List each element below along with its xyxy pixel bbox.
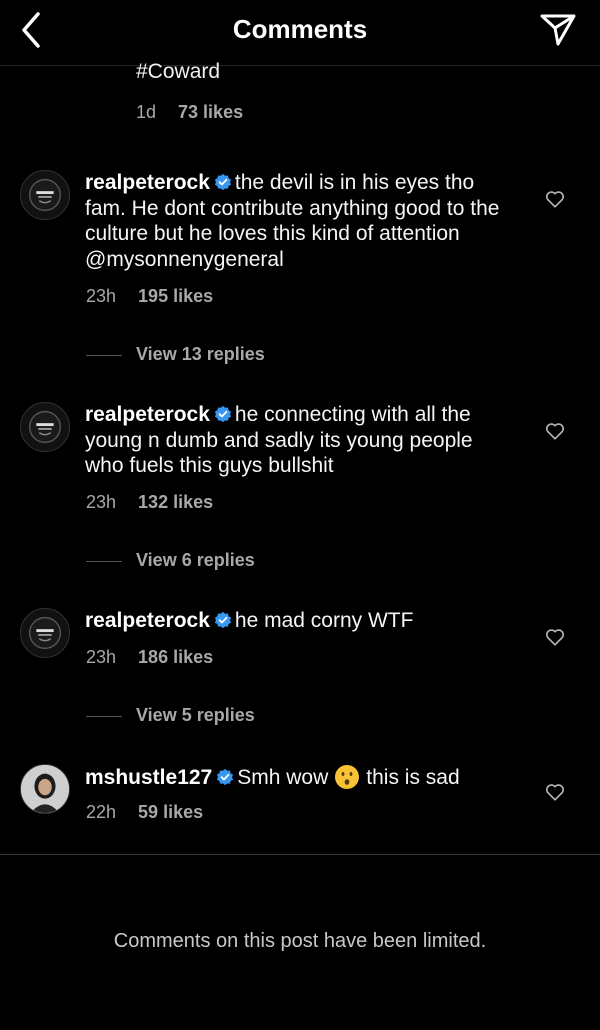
- previous-comment-meta: 1d 73 likes: [136, 102, 243, 123]
- previous-comment-text: #Coward: [136, 60, 221, 83]
- comment-username[interactable]: realpeterock: [85, 403, 210, 426]
- verified-badge-icon: [214, 611, 232, 629]
- comment-body: realpeterock he mad corny WTF: [85, 608, 515, 634]
- avatar[interactable]: [20, 170, 70, 220]
- comment-meta: 23h 132 likes: [86, 492, 213, 513]
- view-replies-button[interactable]: View 6 replies: [86, 550, 255, 571]
- comment-body: realpeterock the devil is in his eyes tho…: [85, 170, 515, 272]
- avatar[interactable]: [20, 402, 70, 452]
- heart-outline-icon[interactable]: [544, 188, 566, 210]
- avatar-image: [28, 410, 62, 444]
- comment-time: 22h: [86, 802, 117, 822]
- comment-time: 23h: [86, 286, 117, 306]
- footer-divider: [0, 854, 600, 855]
- comment-username[interactable]: mshustle127: [85, 766, 212, 789]
- comment-text: he mad corny WTF: [234, 609, 414, 632]
- paper-plane-icon[interactable]: [538, 11, 578, 49]
- avatar[interactable]: [20, 764, 70, 814]
- comment-username[interactable]: realpeterock: [85, 609, 210, 632]
- hushed-face-emoji: [335, 765, 360, 789]
- comment-likes[interactable]: 73 likes: [178, 102, 243, 122]
- avatar-image: [28, 178, 62, 212]
- view-replies-label: View 6 replies: [136, 550, 255, 570]
- header-bar: Comments: [0, 0, 600, 66]
- heart-outline-icon[interactable]: [544, 626, 566, 648]
- comment-time: 1d: [136, 102, 157, 122]
- comment-text: Smh wow: [237, 766, 329, 789]
- page-title: Comments: [232, 14, 368, 44]
- avatar[interactable]: [20, 608, 70, 658]
- comment-text-suffix: this is sad: [366, 766, 460, 789]
- replies-divider: [86, 560, 122, 562]
- comment-username[interactable]: realpeterock: [85, 171, 210, 194]
- replies-divider: [86, 354, 122, 356]
- avatar-image: [21, 765, 69, 813]
- comment-time: 23h: [86, 492, 117, 512]
- comment-likes[interactable]: 132 likes: [138, 492, 213, 512]
- view-replies-label: View 13 replies: [136, 344, 265, 364]
- replies-divider: [86, 715, 122, 717]
- comments-limited-notice: Comments on this post have been limited.: [113, 930, 487, 952]
- view-replies-label: View 5 replies: [136, 705, 255, 725]
- verified-badge-icon: [214, 405, 232, 423]
- verified-badge-icon: [217, 768, 234, 786]
- comment-likes[interactable]: 195 likes: [138, 286, 213, 306]
- comment-likes[interactable]: 186 likes: [138, 647, 213, 667]
- verified-badge-icon: [214, 173, 232, 191]
- avatar-image: [28, 616, 62, 650]
- comment-body: mshustle127 Smh wow this is sad: [85, 764, 515, 791]
- comment-meta: 23h 195 likes: [86, 286, 213, 307]
- view-replies-button[interactable]: View 13 replies: [86, 344, 265, 365]
- comment-meta: 22h 59 likes: [86, 802, 203, 823]
- view-replies-button[interactable]: View 5 replies: [86, 705, 255, 726]
- comment-body: realpeterock he connecting with all the y…: [85, 402, 515, 479]
- comment-meta: 23h 186 likes: [86, 647, 213, 668]
- heart-outline-icon[interactable]: [544, 420, 566, 442]
- comment-time: 23h: [86, 647, 117, 667]
- heart-outline-icon[interactable]: [544, 781, 566, 803]
- comment-likes[interactable]: 59 likes: [138, 802, 203, 822]
